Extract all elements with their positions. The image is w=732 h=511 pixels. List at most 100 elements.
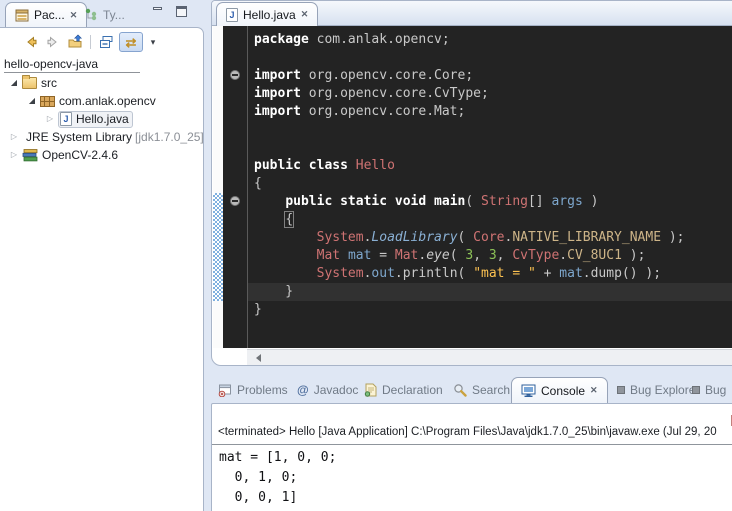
library-icon [22,149,38,162]
minimize-icon [153,7,162,10]
code-line[interactable] [254,121,732,139]
maximize-button[interactable] [176,6,189,18]
package-icon [40,96,55,107]
tab-type-hierarchy[interactable]: Ty... [76,2,134,27]
minimize-button[interactable] [152,6,165,18]
code-line[interactable]: public static void main( String[] args ) [254,193,732,211]
maximize-icon [176,6,187,17]
selected-item-highlight: J Hello.java [58,111,133,128]
fold-collapse-icon[interactable] [230,196,240,206]
tab-bug-explorer[interactable]: Bug Explorer [617,380,699,400]
code-line[interactable]: import org.opencv.core.Mat; [254,103,732,121]
expander-collapsed-icon[interactable]: ▷ [42,111,58,127]
console-line[interactable]: 0, 1, 0; [219,468,732,488]
back-arrow-icon [23,34,39,50]
tab-hello-java-editor[interactable]: J Hello.java ✕ [216,2,318,26]
fold-gutter[interactable] [223,26,247,348]
console-line[interactable]: mat = [1, 0, 0; [219,448,732,468]
tab-javadoc[interactable]: @ Javadoc [297,380,358,400]
tab-bug[interactable]: Bug [692,380,726,400]
bottom-tab-row: Problems @ Javadoc Declaration Search [211,375,732,403]
tree-item-src[interactable]: ◢ src [0,74,203,92]
javadoc-icon: @ [297,383,309,397]
bottom-view-panel: Problems @ Javadoc Declaration Search [211,375,732,511]
explorer-tab-row: Pac... ✕ Ty... [0,0,205,27]
package-explorer-panel: Pac... ✕ Ty... [0,0,205,511]
tree-item-project-root[interactable]: hello-opencv-java [0,56,203,74]
editor-tab-label: Hello.java [243,8,296,22]
explorer-toolbar: ⇄ ▾ [0,30,203,54]
search-icon [453,383,467,397]
scroll-left-arrow-icon[interactable] [252,354,261,362]
collapse-all-button[interactable] [97,34,115,50]
expander-expanded-icon[interactable]: ◢ [24,93,40,109]
forward-arrow-icon [45,34,61,50]
tree-item-package[interactable]: ◢ com.anlak.opencv [0,92,203,110]
console-output[interactable]: mat = [1, 0, 0; 0, 1, 0; 0, 0, 1] [219,448,732,508]
console-title: <terminated> Hello [Java Application] C:… [218,426,732,438]
tab-label: Ty... [103,8,125,22]
code-line[interactable] [254,49,732,67]
console-view: <terminated> Hello [Java Application] C:… [211,403,732,511]
tab-search[interactable]: Search [453,380,510,400]
console-line[interactable]: 0, 0, 1] [219,488,732,508]
code-line[interactable]: package com.anlak.opencv; [254,31,732,49]
tree-item-opencv-library[interactable]: ▷ OpenCV-2.4.6 [0,146,203,164]
code-line[interactable]: Mat mat = Mat.eye( 3, 3, CvType.CV_8UC1 … [254,247,732,265]
forward-button[interactable] [44,34,62,50]
tree-item-hello-java[interactable]: ▷ J Hello.java [0,110,203,128]
code-line[interactable]: System.LoadLibrary( Core.NATIVE_LIBRARY_… [254,229,732,247]
java-file-icon: J [226,8,238,22]
code-line[interactable]: } [248,283,732,301]
tab-problems[interactable]: Problems [218,380,288,400]
view-menu-icon: ▾ [151,37,156,48]
editor-tab-bar: J Hello.java ✕ [212,1,732,26]
view-menu-button[interactable]: ▾ [147,34,159,50]
declaration-icon [364,383,377,397]
code-line[interactable]: import org.opencv.core.CvType; [254,85,732,103]
expander-expanded-icon[interactable]: ◢ [6,75,22,91]
link-with-editor-icon: ⇄ [126,36,137,49]
console-title-separator [212,444,732,445]
console-icon [521,384,536,398]
tree-item-jre-library[interactable]: ▷ JRE System Library [jdk1.7.0_25] [0,128,203,146]
code-line[interactable]: { [254,175,732,193]
editor-area: J Hello.java ✕ package com.anlak.opencv;… [211,0,732,366]
toolbar-separator [90,35,91,49]
code-line[interactable]: { [254,211,732,229]
collapse-all-icon [98,34,114,50]
horizontal-scrollbar[interactable] [247,349,732,365]
code-area[interactable]: package com.anlak.opencv; import org.ope… [247,26,732,348]
source-folder-icon [22,77,37,89]
close-icon[interactable]: ✕ [590,385,598,396]
tab-package-explorer[interactable]: Pac... ✕ [5,2,87,27]
close-icon[interactable]: ✕ [301,9,309,20]
code-line[interactable]: } [254,301,732,319]
tab-console[interactable]: Console ✕ [511,377,608,403]
back-button[interactable] [22,34,40,50]
fold-collapse-icon[interactable] [230,70,240,80]
tab-declaration[interactable]: Declaration [364,380,443,400]
annotation-ruler[interactable] [213,26,223,348]
link-with-editor-button[interactable]: ⇄ [119,32,143,52]
bug-icon [692,386,700,394]
type-hierarchy-icon [85,8,98,21]
explorer-body: ⇄ ▾ hello-opencv-java ◢ src ◢ com.anlak.… [0,27,204,511]
code-line[interactable]: public class Hello [254,157,732,175]
up-folder-icon [67,34,84,50]
tab-label: Pac... [34,8,65,22]
package-explorer-icon [15,9,29,22]
range-indicator [213,193,223,301]
code-line[interactable]: System.out.println( "mat = " + mat.dump(… [254,265,732,283]
editor-body: package com.anlak.opencv; import org.ope… [213,26,732,348]
project-tree: hello-opencv-java ◢ src ◢ com.anlak.open… [0,56,203,164]
jre-version-suffix: [jdk1.7.0_25] [135,130,204,144]
expander-collapsed-icon[interactable]: ▷ [6,129,22,145]
problems-icon [218,384,232,397]
code-line[interactable] [254,139,732,157]
up-button[interactable] [66,34,84,50]
project-root-label: hello-opencv-java [4,57,140,73]
bug-explorer-icon [617,386,625,394]
code-line[interactable]: import org.opencv.core.Core; [254,67,732,85]
expander-collapsed-icon[interactable]: ▷ [6,147,22,163]
